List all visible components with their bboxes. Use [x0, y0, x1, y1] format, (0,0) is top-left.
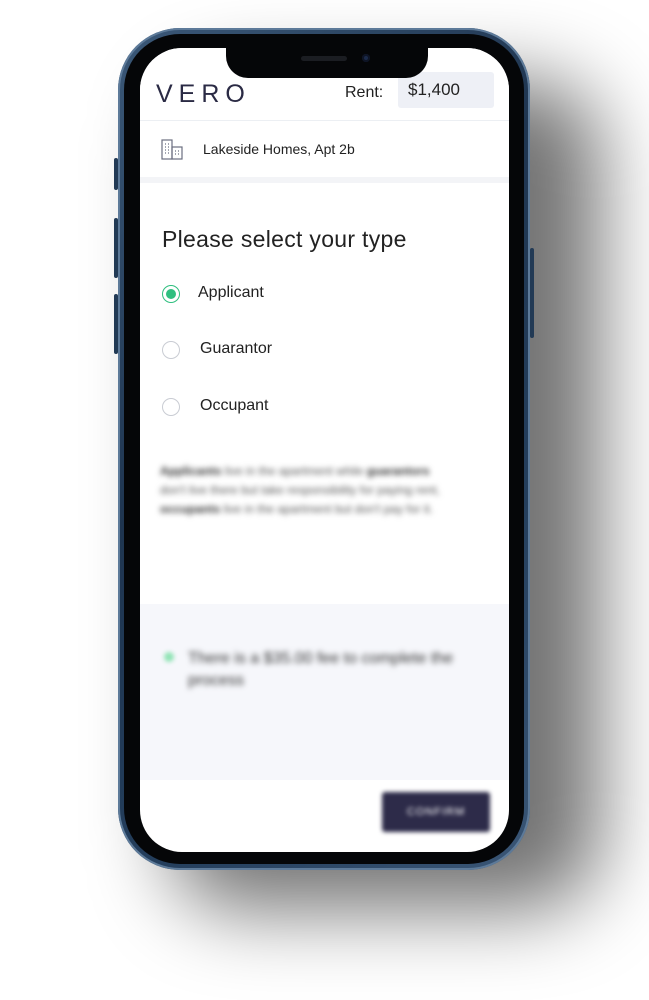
rent-amount-box: $1,400 — [398, 72, 494, 108]
option-label-occupant[interactable]: Occupant — [200, 397, 268, 415]
type-help-text: Applicants live in the apartment while g… — [160, 462, 450, 519]
fee-notice-panel: There is a $35.00 fee to complete the pr… — [140, 604, 509, 780]
option-label-applicant[interactable]: Applicant — [198, 284, 264, 302]
option-label-guarantor[interactable]: Guarantor — [200, 340, 272, 358]
speaker-grille — [301, 56, 347, 61]
phone-notch — [226, 48, 428, 78]
rent-amount: $1,400 — [408, 80, 460, 99]
silent-switch — [114, 158, 118, 190]
page-title: Please select your type — [162, 226, 407, 252]
front-camera — [362, 54, 370, 62]
vero-logo: VERO — [156, 80, 251, 108]
radio-guarantor[interactable] — [162, 341, 180, 359]
rent-label: Rent: — [345, 84, 384, 101]
fee-indicator-icon — [164, 652, 174, 662]
app-screen: VERO Rent: $1,400 Lakeside Homes, Apt 2b… — [140, 48, 509, 852]
help-term-occupants: occupants — [160, 502, 221, 516]
property-address: Lakeside Homes, Apt 2b — [203, 141, 355, 157]
property-address-bar: Lakeside Homes, Apt 2b — [140, 120, 509, 183]
volume-up-button — [114, 218, 118, 278]
building-icon — [160, 137, 184, 165]
radio-applicant[interactable] — [162, 285, 180, 303]
help-text-2: don't live there but take responsibility… — [160, 483, 440, 497]
help-term-guarantors: guarantors — [366, 464, 430, 478]
fee-notice-text: There is a $35.00 fee to complete the pr… — [188, 650, 454, 689]
volume-down-button — [114, 294, 118, 354]
help-text-3: live in the apartment but don't pay for … — [220, 502, 434, 516]
power-button — [530, 248, 534, 338]
help-text-1: live in the apartment while — [221, 464, 367, 478]
radio-occupant[interactable] — [162, 398, 180, 416]
confirm-button[interactable]: CONFIRM — [382, 792, 490, 832]
help-term-applicants: Applicants — [160, 464, 222, 478]
